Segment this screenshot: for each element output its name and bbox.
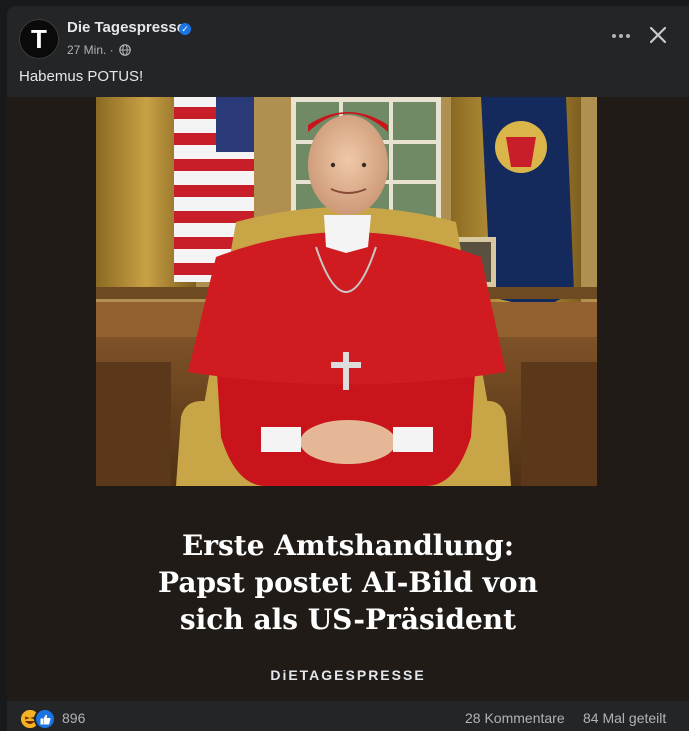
post-image[interactable]: Erste Amtshandlung: Papst postet AI-Bild… [7, 97, 689, 701]
page-avatar[interactable]: T [19, 19, 59, 59]
close-icon[interactable] [645, 22, 671, 48]
post-header: T Die Tagespresse ✓ 27 Min. · [7, 6, 689, 66]
brand-logo-text: DiETAGESPRESSE [270, 667, 426, 683]
headline-line: Erste Amtshandlung: [181, 529, 515, 562]
more-options-button[interactable] [607, 24, 635, 48]
post-text: Habemus POTUS! [19, 68, 144, 85]
comments-count-link[interactable]: 28 Kommentare [465, 710, 565, 726]
post-card: T Die Tagespresse ✓ 27 Min. · Habemus PO… [7, 6, 689, 731]
verified-badge-icon: ✓ [179, 23, 191, 35]
pope-oval-office-photo [96, 97, 597, 486]
globe-icon [119, 44, 131, 56]
like-reaction-icon [34, 708, 56, 730]
reactions-summary[interactable] [19, 708, 59, 730]
avatar-letter: T [31, 24, 47, 54]
headline-line: Papst postet AI-Bild von [158, 566, 538, 599]
reaction-count[interactable]: 896 [62, 710, 85, 726]
shares-count-link[interactable]: 84 Mal geteilt [583, 710, 666, 726]
headline-line: sich als US-Präsident [179, 603, 517, 636]
post-footer: 896 28 Kommentare 84 Mal geteilt [7, 704, 689, 731]
post-timestamp[interactable]: 27 Min. · [67, 43, 114, 57]
image-headline: Erste Amtshandlung: Papst postet AI-Bild… [7, 527, 689, 638]
page-name-link[interactable]: Die Tagespresse [67, 19, 185, 36]
